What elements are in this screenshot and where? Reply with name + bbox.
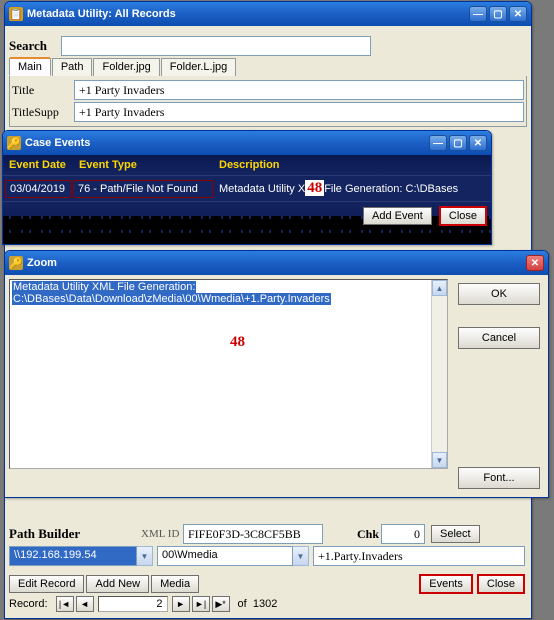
event-type-cell: 76 - Path/File Not Found [73, 180, 213, 198]
events-column-headers: Event Date Event Type Description [3, 155, 491, 176]
add-event-button[interactable]: Add Event [363, 207, 432, 225]
tab-folderljpg[interactable]: Folder.L.jpg [161, 58, 236, 76]
chk-input[interactable] [381, 524, 425, 544]
tab-main[interactable]: Main [9, 58, 51, 76]
events-close-button[interactable]: Close [439, 206, 487, 226]
pathbuilder-label: Path Builder [9, 526, 139, 542]
nav-last-button[interactable]: ►| [192, 596, 210, 612]
annotation-48: 48 [230, 334, 245, 351]
title-input[interactable] [74, 80, 524, 100]
maximize-button[interactable]: ▢ [449, 135, 467, 151]
events-row[interactable]: 03/04/2019 76 - Path/File Not Found Meta… [3, 176, 491, 201]
events-button[interactable]: Events [419, 574, 473, 594]
events-titlebar: 🔑 Case Events — ▢ ✕ [3, 131, 491, 155]
col-description: Description [219, 159, 485, 171]
media-button[interactable]: Media [151, 575, 199, 593]
tab-path[interactable]: Path [52, 58, 93, 76]
app-icon: 🔑 [9, 256, 23, 270]
nav-next-button[interactable]: ► [172, 596, 190, 612]
event-date-cell: 03/04/2019 [5, 180, 71, 198]
select-button[interactable]: Select [431, 525, 480, 543]
close-button[interactable]: ✕ [469, 135, 487, 151]
chevron-down-icon[interactable]: ▼ [137, 546, 153, 566]
host-dropdown[interactable]: \\192.168.199.54 ▼ [9, 546, 153, 566]
col-event-type: Event Type [79, 159, 219, 171]
annotation-48: 48 [305, 180, 324, 196]
event-desc-cell: Metadata Utility X48File Generation: C:\… [215, 178, 487, 199]
cancel-button[interactable]: Cancel [458, 327, 540, 349]
edit-record-button[interactable]: Edit Record [9, 575, 84, 593]
app-icon: 🔑 [7, 136, 21, 150]
case-events-window: 🔑 Case Events — ▢ ✕ Event Date Event Typ… [2, 130, 492, 245]
record-label: Record: [9, 598, 48, 610]
font-button[interactable]: Font... [458, 467, 540, 489]
host-value: \\192.168.199.54 [9, 546, 137, 566]
titlesupp-input[interactable] [74, 102, 524, 122]
scroll-down-button[interactable]: ▼ [432, 452, 447, 468]
title-label: Title [12, 83, 72, 98]
zoom-text-line1: Metadata Utility XML File Generation: [12, 281, 196, 293]
decorative-skyline [3, 230, 491, 244]
xmlid-input[interactable] [183, 524, 323, 544]
nav-first-button[interactable]: |◄ [56, 596, 74, 612]
search-input[interactable] [61, 36, 371, 56]
xmlid-label: XML ID [141, 528, 181, 540]
record-number-input[interactable] [98, 596, 168, 612]
add-new-button[interactable]: Add New [86, 575, 149, 593]
scroll-track[interactable] [432, 296, 447, 452]
app-icon: 📋 [9, 7, 23, 21]
search-label: Search [9, 38, 59, 54]
vertical-scrollbar[interactable]: ▲ ▼ [431, 280, 447, 468]
tab-folderjpg[interactable]: Folder.jpg [93, 58, 159, 76]
events-window-title: Case Events [25, 137, 429, 149]
chk-label: Chk [345, 527, 379, 542]
titlesupp-label: TitleSupp [12, 105, 72, 120]
record-of-label: of 1302 [238, 598, 278, 610]
minimize-button[interactable]: — [429, 135, 447, 151]
zoom-titlebar: 🔑 Zoom ✕ [5, 251, 548, 275]
close-button[interactable]: ✕ [526, 255, 544, 271]
minimize-button[interactable]: — [469, 6, 487, 22]
close-button[interactable]: ✕ [509, 6, 527, 22]
chevron-down-icon[interactable]: ▼ [293, 546, 309, 566]
file-input[interactable] [313, 546, 525, 566]
main-window-title: Metadata Utility: All Records [27, 8, 469, 20]
zoom-textarea[interactable]: Metadata Utility XML File Generation: C:… [9, 279, 448, 469]
maximize-button[interactable]: ▢ [489, 6, 507, 22]
nav-prev-button[interactable]: ◄ [76, 596, 94, 612]
zoom-window-title: Zoom [27, 257, 526, 269]
main-close-button[interactable]: Close [477, 574, 525, 594]
col-event-date: Event Date [9, 159, 79, 171]
folder-value: 00\Wmedia [157, 546, 293, 566]
scroll-up-button[interactable]: ▲ [432, 280, 447, 296]
ok-button[interactable]: OK [458, 283, 540, 305]
zoom-text-line2: C:\DBases\Data\Download\zMedia\00\Wmedia… [12, 293, 331, 305]
events-button-row: Add Event Close [3, 201, 491, 230]
main-titlebar: 📋 Metadata Utility: All Records — ▢ ✕ [5, 2, 531, 26]
tab-bar: Main Path Folder.jpg Folder.L.jpg [9, 58, 527, 76]
nav-new-button[interactable]: ▶* [212, 596, 230, 612]
zoom-button-column: OK Cancel Font... [454, 279, 544, 493]
zoom-window: 🔑 Zoom ✕ Metadata Utility XML File Gener… [4, 250, 549, 498]
folder-dropdown[interactable]: 00\Wmedia ▼ [157, 546, 309, 566]
